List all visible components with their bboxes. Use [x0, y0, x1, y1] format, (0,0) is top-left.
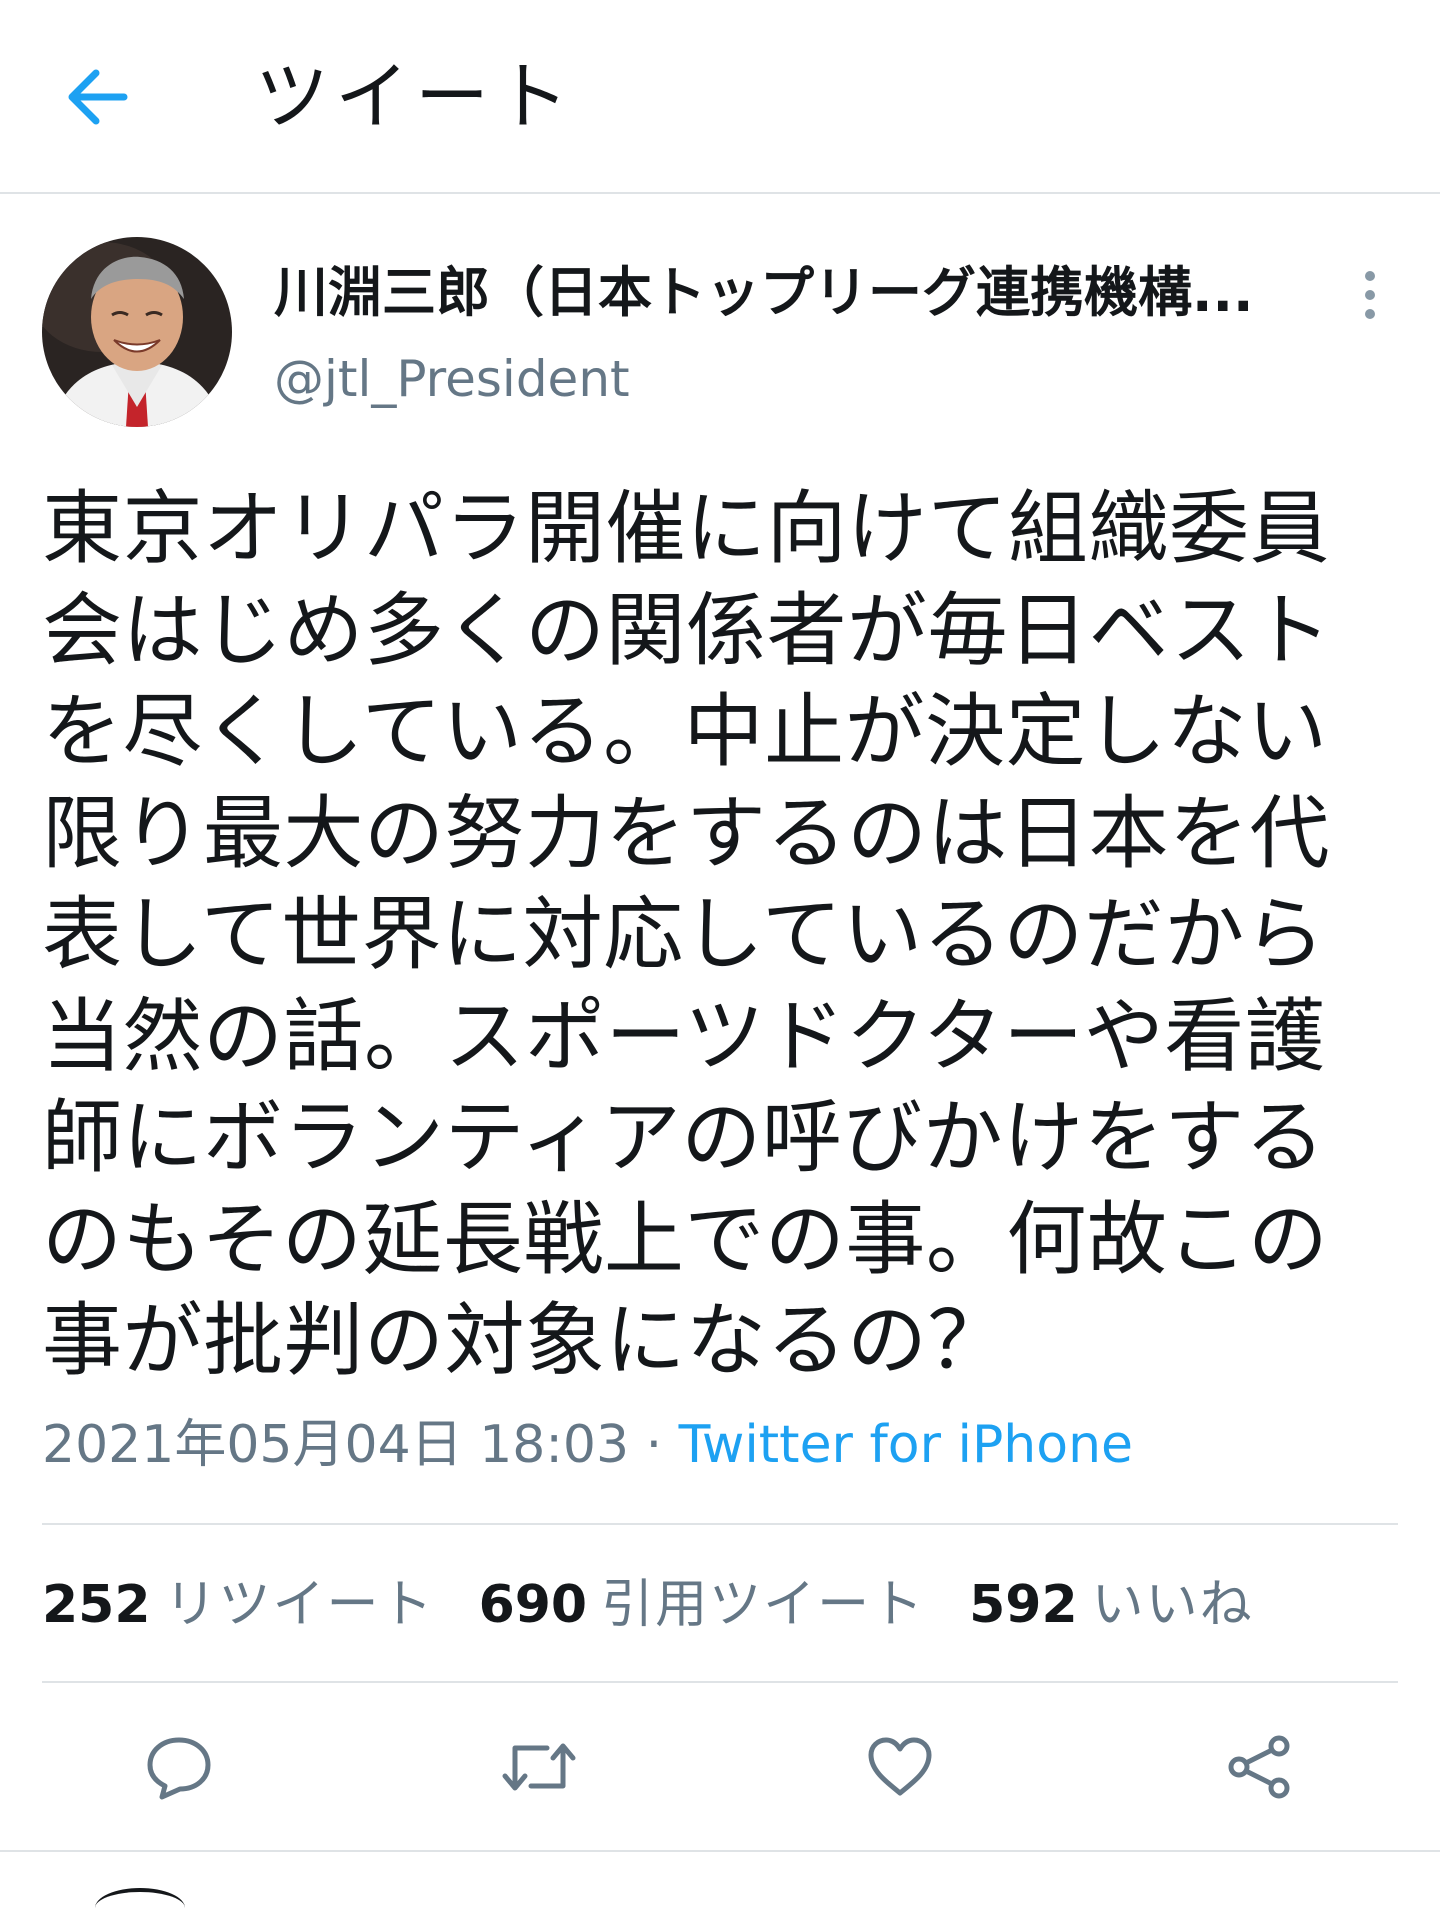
arrow-left-icon [68, 69, 128, 125]
like-button[interactable] [855, 1727, 945, 1807]
tweet-text: 東京オリパラ開催に向けて組織委員会はじめ多くの関係者が毎日ベストを尽くしている。… [42, 482, 1332, 1387]
likes-count: 592 [969, 1575, 1078, 1635]
reply-button[interactable] [134, 1727, 224, 1807]
likes-stat[interactable]: 592 いいね [969, 1570, 1254, 1640]
author-display-name[interactable]: 川淵三郎（日本トップリーグ連携機構... [274, 258, 1274, 328]
more-options-button[interactable] [1350, 265, 1390, 325]
more-vertical-icon-dot [1365, 271, 1375, 281]
divider [42, 1523, 1398, 1525]
share-icon [1228, 1735, 1290, 1799]
more-vertical-icon-dot [1365, 290, 1375, 300]
quotes-stat[interactable]: 690 引用ツイート [479, 1570, 926, 1640]
avatar[interactable] [42, 237, 232, 427]
more-vertical-icon-dot [1365, 309, 1375, 319]
retweet-icon [502, 1743, 576, 1791]
likes-label: いいね [1091, 1575, 1254, 1635]
profile-photo [42, 237, 232, 427]
next-tweet-avatar-peek [95, 1888, 185, 1928]
like-icon [868, 1737, 932, 1796]
tweet-meta: 2021年05月04日 18:03 · Twitter for iPhone [42, 1410, 1133, 1480]
back-button[interactable] [62, 58, 134, 136]
meta-separator: · [629, 1415, 679, 1475]
reply-icon [147, 1737, 211, 1800]
retweets-stat[interactable]: 252 リツイート [42, 1570, 435, 1640]
divider [42, 1681, 1398, 1683]
divider [0, 1850, 1440, 1852]
retweets-count: 252 [42, 1575, 151, 1635]
tweet-source-link[interactable]: Twitter for iPhone [679, 1415, 1133, 1475]
tweet-datetime: 2021年05月04日 18:03 [42, 1415, 630, 1475]
page-title: ツイート [255, 54, 575, 140]
share-button[interactable] [1215, 1727, 1305, 1807]
author-handle[interactable]: @jtl_President [274, 344, 630, 414]
retweet-button[interactable] [494, 1727, 584, 1807]
retweets-label: リツイート [164, 1575, 435, 1635]
quotes-label: 引用ツイート [601, 1575, 926, 1635]
app-header: ツイート [0, 0, 1440, 194]
quotes-count: 690 [478, 1575, 588, 1635]
tweet-stats: 252 リツイート 690 引用ツイート 592 いいね [42, 1570, 1298, 1640]
